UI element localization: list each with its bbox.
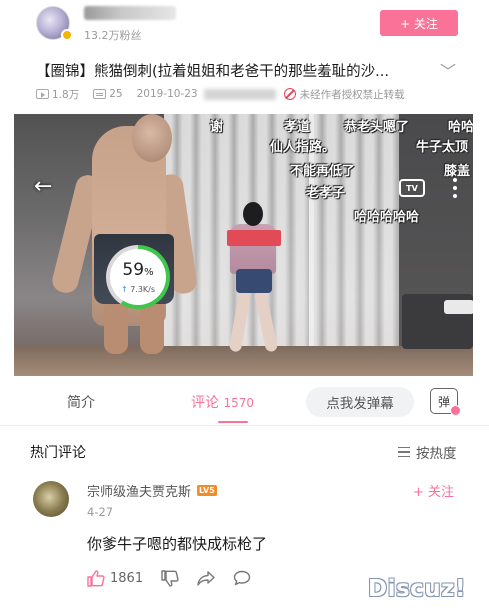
danmaku-input[interactable]: 点我发弹幕 [306, 387, 414, 417]
danmaku-item: 膝盖 [444, 164, 471, 179]
danmaku-count: 25 [109, 88, 123, 100]
danmaku-item: 不能再低了 [290, 164, 356, 179]
tab-comments[interactable]: 评论 1570 [191, 392, 254, 412]
comment-date: 4-27 [87, 505, 114, 519]
danmaku-item: 牛子太顶 [416, 140, 469, 155]
danmaku-item: 哈哈哈哈哈 [354, 210, 420, 225]
thumbs-down-icon [161, 569, 179, 587]
sort-label: 按热度 [416, 446, 457, 462]
commenter-avatar[interactable] [33, 481, 69, 517]
sort-by-popularity[interactable]: 按热度 [398, 442, 457, 462]
comment-count: 1570 [223, 396, 254, 410]
danmaku-item: 哈哈 [448, 120, 473, 135]
upload-arrow-icon: ↑ [120, 284, 128, 294]
share-icon [197, 570, 215, 586]
video-frame-furniture [444, 300, 473, 314]
verified-badge-icon [61, 29, 73, 41]
video-frame-figure [132, 114, 172, 162]
active-tab-indicator [218, 421, 248, 423]
tabs-divider [0, 425, 489, 426]
thumbs-up-icon [87, 569, 105, 587]
like-button[interactable]: 1861 [87, 569, 144, 587]
tab-intro[interactable]: 简介 [67, 392, 95, 412]
reply-bubble-icon [233, 570, 251, 586]
danmaku-redacted [227, 230, 281, 246]
follow-label: + 关注 [400, 16, 438, 31]
video-frame-figure [243, 202, 263, 226]
publish-date: 2019-10-23 [136, 88, 198, 100]
danmaku-item: 谢 [210, 120, 224, 135]
video-stats: 1.8万 25 2019-10-23 未经作者授权禁止转载 [36, 86, 405, 102]
play-count: 1.8万 [52, 88, 80, 101]
sort-icon [398, 447, 410, 457]
tv-cast-button[interactable]: TV [399, 179, 425, 197]
share-button[interactable] [197, 570, 215, 586]
repost-notice: 未经作者授权禁止转载 [299, 88, 405, 101]
uploader-header: 13.2万粉丝 + 关注 [0, 0, 489, 50]
back-arrow-icon[interactable]: ← [34, 174, 52, 199]
reply-button[interactable] [233, 570, 251, 586]
video-frame-floor [14, 346, 473, 376]
follow-commenter-button[interactable]: + 关注 [413, 481, 454, 500]
danmaku-item: 仙人指路。 [270, 140, 336, 155]
comment-actions: 1861 [87, 568, 269, 588]
danmaku-item: 恭老头嗯了 [344, 120, 410, 135]
level-badge: LV5 [197, 485, 217, 496]
danmaku-item: 老孝子 [306, 186, 346, 201]
uploader-name-redacted[interactable] [84, 6, 176, 20]
no-repost-icon [283, 88, 296, 100]
commenter-name[interactable]: 宗师级渔夫贾克斯 LV5 [87, 481, 217, 500]
dislike-button[interactable] [161, 569, 179, 587]
expand-chevron-icon[interactable]: ﹀ [440, 58, 456, 82]
video-frame-figure [236, 269, 272, 293]
content-tabs: 简介 评论 1570 点我发弹幕 弹 [0, 380, 489, 424]
danmaku-count-icon [93, 89, 107, 99]
hot-comments-title: 热门评论 [30, 445, 86, 461]
comment-text: 你爹牛子嗯的都快成标枪了 [87, 535, 268, 553]
play-count-icon [36, 89, 49, 99]
upload-rate: ↑ 7.3K/s [120, 284, 156, 294]
uploader-fans: 13.2万粉丝 [84, 29, 142, 42]
more-options-icon[interactable] [453, 178, 457, 198]
danmaku-toggle-button[interactable]: 弹 [430, 388, 461, 416]
follow-uploader-button[interactable]: + 关注 [380, 10, 458, 36]
video-frame-figure [104, 299, 128, 354]
network-speed-dial: 59% ↑ 7.3K/s [110, 249, 166, 305]
discuz-watermark: Discuz! [368, 576, 467, 602]
redacted-video-id [203, 88, 276, 100]
memory-percent: 59% [122, 259, 154, 280]
video-title: 【圈锦】熊猫倒刺(拉着姐姐和老爸干的那些羞耻的沙... [36, 64, 389, 80]
like-count: 1861 [110, 570, 144, 586]
video-player[interactable]: 谢 孝道 恭老头嗯了 哈哈 仙人指路。 牛子太顶 不能再低了 膝盖 老孝子 哈哈… [14, 114, 473, 376]
network-speed-widget[interactable]: 59% ↑ 7.3K/s [106, 245, 170, 309]
danmaku-item: 孝道 [284, 120, 311, 135]
